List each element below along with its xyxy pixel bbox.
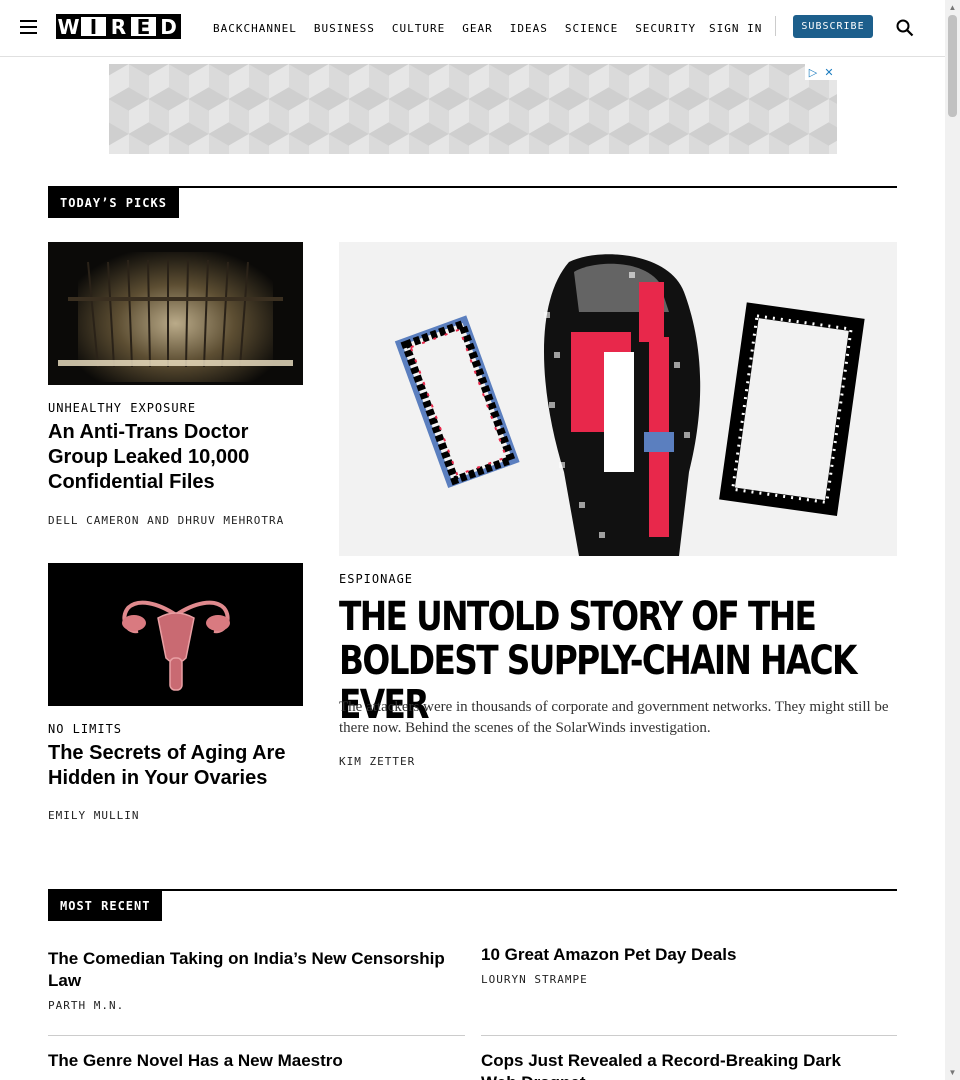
story-headline[interactable]: The Secrets of Aging Are Hidden in Your … (48, 741, 303, 791)
list-item: 10 Great Amazon Pet Day Deals Louryn Str… (481, 944, 881, 986)
scroll-up-icon[interactable]: ▲ (945, 0, 960, 15)
story-image-ovaries[interactable] (48, 563, 303, 706)
sign-in-link[interactable]: Sign In (709, 22, 762, 35)
list-divider (48, 1035, 465, 1036)
list-headline[interactable]: The Comedian Taking on India’s New Censo… (48, 948, 448, 992)
wired-logo[interactable]: W I R E D (56, 14, 181, 39)
nav-backchannel[interactable]: Backchannel (213, 22, 297, 35)
feature-dek: The attackers were in thousands of corpo… (339, 699, 889, 736)
story-byline[interactable]: Emily Mullin (48, 809, 139, 822)
list-headline[interactable]: The Genre Novel Has a New Maestro (48, 1050, 448, 1072)
list-headline[interactable]: Cops Just Revealed a Record-Breaking Dar… (481, 1050, 861, 1080)
scrollbar-thumb[interactable] (948, 15, 957, 117)
site-header: W I R E D Backchannel Business Culture G… (0, 0, 945, 57)
nav-security[interactable]: Security (635, 22, 696, 35)
list-item: Cops Just Revealed a Record-Breaking Dar… (481, 1050, 861, 1080)
feature-byline[interactable]: Kim Zetter (339, 755, 415, 768)
section-label-todays-picks: Today’s Picks (48, 188, 179, 218)
section-rule (48, 889, 897, 891)
nav-science[interactable]: Science (565, 22, 618, 35)
scroll-down-icon[interactable]: ▼ (945, 1065, 960, 1080)
list-byline[interactable]: Louryn Strampe (481, 973, 881, 986)
ad-banner[interactable]: ▷ ✕ (109, 64, 837, 154)
list-divider (481, 1035, 897, 1036)
story-kicker[interactable]: No Limits (48, 722, 122, 736)
page-scrollbar[interactable]: ▲ ▼ (945, 0, 960, 1080)
story-byline[interactable]: Dell Cameron and Dhruv Mehrotra (48, 514, 284, 527)
search-icon[interactable] (896, 19, 914, 37)
story-image-files[interactable] (48, 242, 303, 385)
list-item: The Comedian Taking on India’s New Censo… (48, 948, 448, 1012)
story-headline[interactable]: An Anti-Trans Doctor Group Leaked 10,000… (48, 420, 303, 495)
story-kicker[interactable]: Unhealthy Exposure (48, 401, 196, 415)
list-item: The Genre Novel Has a New Maestro (48, 1050, 448, 1072)
ad-choices-icon[interactable]: ▷ (805, 64, 821, 80)
nav-culture[interactable]: Culture (392, 22, 445, 35)
nav-gear[interactable]: Gear (462, 22, 493, 35)
subscribe-button[interactable]: Subscribe (793, 15, 873, 38)
header-divider (775, 16, 776, 36)
menu-icon[interactable] (20, 20, 37, 34)
feature-image-pixel-art[interactable] (339, 242, 897, 556)
nav-business[interactable]: Business (314, 22, 375, 35)
logo-letter: I (81, 14, 106, 39)
list-byline[interactable]: Parth M.N. (48, 999, 448, 1012)
list-headline[interactable]: 10 Great Amazon Pet Day Deals (481, 944, 881, 966)
logo-letter: D (156, 14, 181, 39)
logo-letter: W (56, 14, 81, 39)
ad-close-icon[interactable]: ✕ (821, 64, 837, 80)
primary-nav: Backchannel Business Culture Gear Ideas … (213, 22, 696, 35)
feature-kicker[interactable]: Espionage (339, 572, 413, 586)
section-label-most-recent: Most Recent (48, 891, 163, 921)
nav-ideas[interactable]: Ideas (510, 22, 548, 35)
logo-letter: E (131, 14, 156, 39)
logo-letter: R (106, 14, 131, 39)
